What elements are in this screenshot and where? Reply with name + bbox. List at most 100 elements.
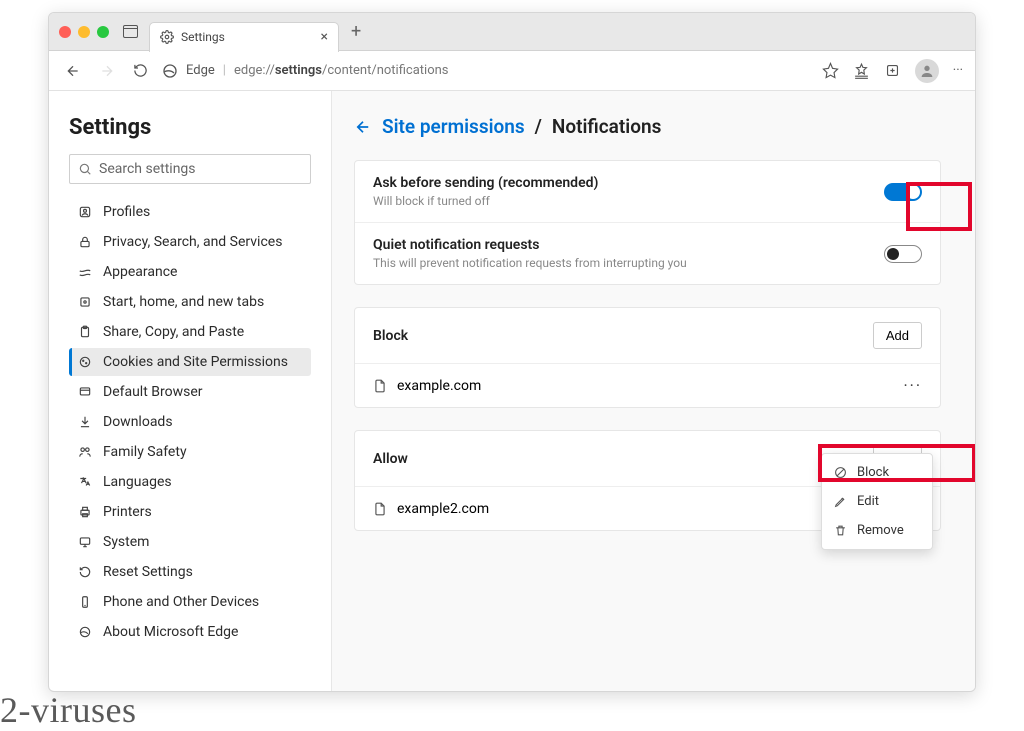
language-icon: [77, 475, 93, 489]
menu-item-label: Block: [857, 465, 889, 480]
sidebar-item-label: Printers: [103, 504, 152, 520]
site-icon: [373, 378, 387, 394]
menu-item-edit[interactable]: Edit: [822, 487, 932, 516]
menu-item-label: Remove: [857, 523, 904, 538]
reload-button[interactable]: [129, 59, 152, 82]
sidebar-item-share[interactable]: Share, Copy, and Paste: [69, 318, 311, 346]
sidebar-item-languages[interactable]: Languages: [69, 468, 311, 496]
sidebar-item-about[interactable]: About Microsoft Edge: [69, 618, 311, 646]
menu-item-label: Edit: [857, 494, 879, 509]
sidebar-item-label: Languages: [103, 474, 172, 490]
sidebar-item-default-browser[interactable]: Default Browser: [69, 378, 311, 406]
toolbar: Edge | edge://settings/content/notificat…: [49, 51, 975, 91]
profile-avatar-icon[interactable]: [915, 59, 939, 83]
settings-nav: Profiles Privacy, Search, and Services A…: [69, 198, 311, 646]
tab-overview-icon[interactable]: [121, 23, 139, 41]
menu-item-block[interactable]: Block: [822, 458, 932, 487]
block-site-row: example.com ···: [355, 363, 940, 407]
quiet-sublabel: This will prevent notification requests …: [373, 256, 687, 270]
tab-close-icon[interactable]: ×: [321, 29, 328, 45]
sidebar-item-label: Profiles: [103, 204, 150, 220]
clipboard-icon: [77, 325, 93, 339]
window-controls: [59, 26, 109, 38]
edge-icon: [162, 63, 178, 79]
sidebar-item-label: Family Safety: [103, 444, 187, 460]
site-icon: [373, 501, 387, 517]
address-label: Edge: [186, 63, 215, 78]
sidebar-item-label: Appearance: [103, 264, 177, 280]
new-tab-button[interactable]: +: [347, 21, 365, 42]
tab-title: Settings: [181, 30, 225, 44]
sidebar-item-start[interactable]: Start, home, and new tabs: [69, 288, 311, 316]
block-icon: [834, 466, 848, 479]
breadcrumb-back-icon[interactable]: [354, 118, 372, 136]
ask-label: Ask before sending (recommended): [373, 175, 598, 191]
sidebar-item-label: Privacy, Search, and Services: [103, 234, 282, 250]
quiet-toggle[interactable]: [884, 245, 922, 263]
sidebar-item-label: Default Browser: [103, 384, 203, 400]
forward-button: [95, 59, 119, 83]
edge-logo-icon: [77, 625, 93, 639]
sidebar-item-label: Cookies and Site Permissions: [103, 354, 288, 370]
quiet-requests-row: Quiet notification requests This will pr…: [355, 222, 940, 284]
sidebar-item-printers[interactable]: Printers: [69, 498, 311, 526]
sidebar-item-profiles[interactable]: Profiles: [69, 198, 311, 226]
block-site-name: example.com: [397, 378, 481, 394]
address-divider: |: [223, 63, 226, 78]
sidebar-item-appearance[interactable]: Appearance: [69, 258, 311, 286]
address-bold: settings: [275, 63, 322, 78]
download-icon: [77, 415, 93, 429]
quiet-label: Quiet notification requests: [373, 237, 687, 253]
sidebar-item-label: Start, home, and new tabs: [103, 294, 264, 310]
content-area: Settings Search settings Profiles Privac…: [49, 91, 975, 691]
breadcrumb-separator: /: [535, 115, 542, 138]
ask-before-sending-row: Ask before sending (recommended) Will bl…: [355, 161, 940, 222]
printer-icon: [77, 505, 93, 519]
favorites-list-icon[interactable]: [853, 62, 870, 79]
block-title: Block: [373, 328, 408, 344]
block-section: Block Add example.com ···: [354, 307, 941, 408]
address-prefix: edge://: [234, 63, 275, 78]
main-panel: Site permissions / Notifications Ask bef…: [332, 91, 975, 691]
sidebar-item-cookies-permissions[interactable]: Cookies and Site Permissions: [69, 348, 311, 376]
lock-icon: [77, 235, 93, 249]
minimize-window-icon[interactable]: [78, 26, 90, 38]
settings-sidebar: Settings Search settings Profiles Privac…: [49, 91, 332, 691]
sidebar-item-privacy[interactable]: Privacy, Search, and Services: [69, 228, 311, 256]
menu-item-remove[interactable]: Remove: [822, 516, 932, 545]
address-suffix: /content/notifications: [322, 63, 449, 78]
notification-settings-card: Ask before sending (recommended) Will bl…: [354, 160, 941, 285]
search-input[interactable]: Search settings: [69, 154, 311, 184]
more-menu-icon[interactable]: ···: [953, 63, 963, 78]
favorite-icon[interactable]: [822, 62, 839, 79]
sidebar-item-downloads[interactable]: Downloads: [69, 408, 311, 436]
trash-icon: [834, 524, 848, 537]
breadcrumb-link[interactable]: Site permissions: [382, 115, 525, 138]
close-window-icon[interactable]: [59, 26, 71, 38]
ask-toggle[interactable]: [884, 183, 922, 201]
search-placeholder: Search settings: [99, 161, 196, 177]
cookie-icon: [77, 355, 93, 369]
sidebar-item-reset[interactable]: Reset Settings: [69, 558, 311, 586]
maximize-window-icon[interactable]: [97, 26, 109, 38]
sidebar-item-phone[interactable]: Phone and Other Devices: [69, 588, 311, 616]
collections-icon[interactable]: [884, 62, 901, 79]
sidebar-item-family[interactable]: Family Safety: [69, 438, 311, 466]
appearance-icon: [77, 265, 93, 279]
block-section-head: Block Add: [355, 308, 940, 363]
sidebar-item-label: Phone and Other Devices: [103, 594, 259, 610]
edit-icon: [834, 495, 848, 508]
sidebar-item-label: System: [103, 534, 149, 550]
home-icon: [77, 295, 93, 309]
sidebar-item-label: Share, Copy, and Paste: [103, 324, 244, 340]
address-bar[interactable]: Edge | edge://settings/content/notificat…: [162, 63, 812, 79]
block-site-more-icon[interactable]: ···: [903, 376, 922, 395]
sidebar-item-label: Downloads: [103, 414, 173, 430]
profile-icon: [77, 205, 93, 219]
back-button[interactable]: [61, 59, 85, 83]
sidebar-item-system[interactable]: System: [69, 528, 311, 556]
block-add-button[interactable]: Add: [873, 322, 922, 349]
tab-settings[interactable]: Settings ×: [149, 22, 339, 52]
toolbar-right: ···: [822, 59, 963, 83]
settings-heading: Settings: [69, 115, 311, 140]
